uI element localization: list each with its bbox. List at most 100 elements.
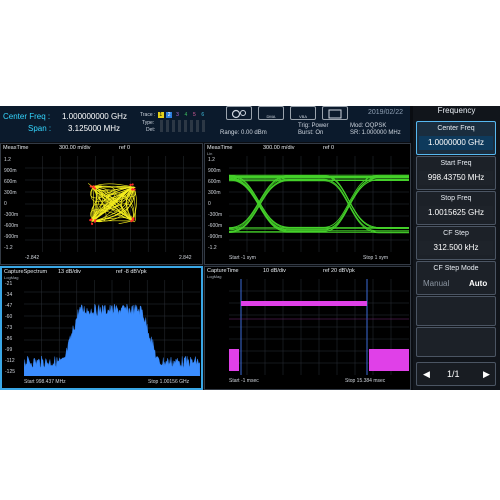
y-tick-label: -300m — [4, 212, 19, 218]
cf-step-mode-button[interactable]: CF Step Mode Manual Auto — [416, 261, 496, 295]
capture-burst — [241, 301, 367, 306]
trace-2[interactable]: 2 — [166, 112, 173, 118]
y-tick-label: 900m — [4, 168, 17, 174]
eye-ref: ref 0 — [323, 145, 335, 151]
cf-step-mode-label: CF Step Mode — [433, 265, 479, 272]
start-freq-button[interactable]: Start Freq 998.43750 MHz — [416, 156, 496, 190]
y-tick-label: -300m — [208, 212, 223, 218]
page-indicator: 1/1 — [447, 369, 460, 379]
trace-6[interactable]: 6 — [200, 112, 206, 118]
start-freq-button-value: 998.43750 MHz — [419, 171, 493, 185]
vba-icon[interactable]: VBA — [290, 106, 316, 120]
y-tick-label: 0 — [4, 201, 7, 207]
constellation-point — [132, 218, 135, 221]
eye-unit: Lin — [207, 151, 213, 156]
capture-noise-right — [369, 349, 409, 371]
empty-softkey-2[interactable] — [416, 327, 496, 357]
cf-step-mode-manual[interactable]: Manual — [423, 279, 449, 288]
y-tick-label: -1.2 — [208, 245, 217, 251]
constellation-ref: ref 0 — [119, 145, 131, 151]
y-tick-label: -600m — [4, 223, 19, 229]
page-prev-icon[interactable]: ◀ — [423, 369, 430, 380]
status-header: Center Freq : 1.000000000 GHz Span : 3.1… — [0, 106, 410, 142]
spectrum-scale: 13 dB/div — [58, 269, 81, 275]
capture-time-panel[interactable]: CaptureTime LogMag 10 dB/div ref 20 dBVp… — [204, 266, 411, 390]
dma-icon[interactable]: DMA — [258, 106, 284, 120]
spectrum-x-start: Start 998.437 MHz — [24, 379, 66, 385]
eye-plot — [228, 156, 410, 252]
trace-type-label: Type: — [142, 120, 155, 126]
page-navigator: ◀ 1/1 ▶ — [416, 362, 496, 386]
settings-gear-icon[interactable] — [226, 106, 252, 120]
empty-softkey-1[interactable] — [416, 296, 496, 326]
y-tick-label: -112 — [5, 358, 15, 364]
stop-freq-button[interactable]: Stop Freq 1.0015625 GHz — [416, 191, 496, 225]
trace-det-label: Det: — [146, 127, 156, 133]
capture-time-x-start: Start -1 msec — [229, 378, 259, 384]
trigger-readout: Trig: Power — [298, 123, 329, 129]
analyzer-screen: Center Freq : 1.000000000 GHz Span : 3.1… — [0, 106, 500, 390]
window-icon[interactable] — [322, 106, 348, 120]
y-tick-label: -600m — [208, 223, 223, 229]
y-tick-label: -34 — [5, 292, 13, 298]
y-tick-label: -21 — [5, 281, 13, 287]
date-readout: 2019/02/22 — [368, 109, 404, 116]
constellation-point — [89, 219, 92, 222]
constellation-point — [129, 183, 132, 186]
constellation-point — [131, 183, 134, 186]
trace-5[interactable]: 5 — [191, 112, 197, 118]
constellation-title: MeasTime — [3, 145, 29, 151]
constellation-point — [92, 185, 95, 188]
constellation-point — [89, 185, 92, 188]
cf-step-mode-auto[interactable]: Auto — [469, 279, 487, 288]
capture-time-x-end: Stop 15.384 msec — [345, 378, 386, 384]
trace-4[interactable]: 4 — [183, 112, 189, 118]
eye-x-start: Start -1 sym — [229, 255, 256, 261]
spectrum-unit: LogMag — [4, 275, 19, 280]
spectrum-ref: ref -8 dBVpk — [116, 269, 147, 275]
trace-type-indicators — [160, 120, 205, 132]
spectrum-x-end: Stop 1.00156 GHz — [148, 379, 190, 385]
cf-step-button-label: CF Step — [443, 230, 469, 237]
center-freq-label: Center Freq : — [3, 112, 51, 121]
eye-diagram-panel[interactable]: MeasTime Lin 300.00 m/div ref 0 1.2 900m 6… — [204, 143, 411, 265]
center-freq-value[interactable]: 1.000000000 GHz — [62, 112, 127, 121]
y-tick-label: 300m — [208, 190, 221, 196]
span-value[interactable]: 3.125000 MHz — [68, 124, 120, 133]
y-tick-label: -47 — [5, 303, 13, 309]
symbol-rate-readout: SR: 1.000000 MHz — [350, 130, 401, 136]
constellation-point — [93, 220, 96, 223]
trace-3[interactable]: 3 — [175, 112, 181, 118]
center-freq-button-value: 1.0000000 GHz — [419, 136, 493, 150]
capture-time-scale: 10 dB/div — [263, 268, 286, 274]
constellation-x-end: 2.842 — [179, 255, 192, 261]
trace-row: Trace : 1 2 3 4 5 6 — [140, 112, 206, 118]
span-label: Span : — [28, 124, 52, 133]
y-tick-label: -1.2 — [4, 245, 13, 251]
constellation-plot — [25, 156, 201, 252]
trace-label: Trace : — [140, 112, 156, 118]
y-tick-label: -73 — [5, 325, 13, 331]
constellation-point — [130, 220, 133, 223]
cf-step-button[interactable]: CF Step 312.500 kHz — [416, 226, 496, 260]
capture-spectrum-panel[interactable]: CaptureSpectrum LogMag 13 dB/div ref -8 … — [0, 266, 203, 390]
eye-x-end: Stop 1 sym — [363, 255, 389, 261]
constellation-panel[interactable]: MeasTime 300.00 m/div ref 0 1.2 900m 600m 3… — [0, 143, 203, 265]
y-tick-label: -900m — [208, 234, 223, 240]
y-tick-label: 600m — [4, 179, 17, 185]
capture-noise-left — [229, 349, 239, 371]
y-tick-label: 300m — [4, 190, 17, 196]
stop-freq-button-value: 1.0015625 GHz — [419, 206, 493, 220]
constellation-point — [90, 222, 94, 225]
constellation-scale: 300.00 m/div — [59, 145, 91, 151]
stop-freq-button-label: Stop Freq — [440, 195, 472, 202]
center-freq-button[interactable]: Center Freq 1.0000000 GHz — [416, 121, 496, 155]
y-tick-label: 600m — [208, 179, 221, 185]
page-next-icon[interactable]: ▶ — [483, 369, 490, 380]
eye-scale: 300.00 m/div — [263, 145, 295, 151]
capture-time-plot — [229, 279, 409, 375]
trace-1[interactable]: 1 — [157, 112, 164, 118]
capture-time-unit: LogMag — [207, 274, 222, 279]
y-tick-label: 1.2 — [4, 157, 11, 163]
modulation-readout: Mod: OQPSK — [350, 123, 387, 129]
